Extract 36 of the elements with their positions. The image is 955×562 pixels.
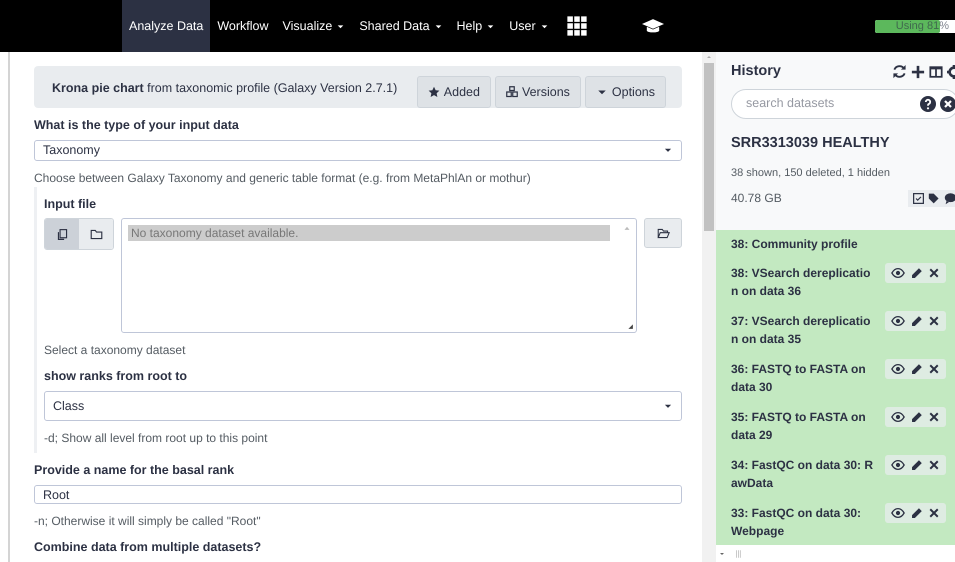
history-size: 40.78 GB (731, 190, 783, 207)
tool-button[interactable]: Options (584, 76, 666, 108)
dataset-title[interactable]: 37: VSearch dereplication on data 35 (731, 312, 875, 348)
help-text: -d; Show all level from root up to this point (44, 430, 268, 447)
text-field[interactable]: Root (34, 484, 682, 504)
history-name: SRR3313039 HEALTHY (730, 134, 890, 153)
search-input[interactable]: search datasets (746, 94, 920, 114)
help-text: Select a taxonomy dataset (44, 342, 186, 360)
nav-tab[interactable]: Analyze Data (122, 0, 210, 52)
placeholder-text: No taxonomy dataset available. (128, 225, 610, 242)
field-label: show ranks from root to (44, 368, 188, 386)
panel-title: History (731, 62, 782, 81)
nav-tab[interactable]: Shared Data (352, 0, 450, 52)
dataset-title[interactable]: 38: Community profile (731, 235, 875, 253)
select-field[interactable]: Class (44, 391, 682, 421)
dataset-title[interactable]: 35: FASTQ to FASTA on data 29 (731, 408, 875, 444)
field-label: What is the type of your input data (34, 117, 240, 134)
dataset-title[interactable]: 36: FASTQ to FASTA on data 30 (731, 360, 875, 396)
field-label: Provide a name for the basal rank (34, 462, 236, 479)
help-text: Choose between Galaxy Taxonomy and generic table format (e.g. from MetaPhlAn or mothur) (34, 170, 532, 186)
nav-tab[interactable]: Visualize (276, 0, 352, 52)
tool-button[interactable]: Added (416, 76, 491, 108)
select-field[interactable]: Taxonomy (34, 140, 682, 160)
field-label: Input file (44, 196, 98, 213)
history-summary: 38 shown, 150 deleted, 1 hidden (730, 166, 892, 180)
dataset-title[interactable]: 38: VSearch dereplication on data 36 (731, 264, 875, 300)
nav-tab[interactable]: Workflow (210, 0, 276, 52)
nav-tab[interactable]: Help (450, 0, 502, 52)
dataset-title[interactable]: 34: FastQC on data 30: RawData (731, 456, 875, 492)
nav-tab[interactable]: User (502, 0, 556, 52)
tool-title: Krona pie chart from taxonomic profile (Galaxy Version 2.7.1) (52, 80, 398, 97)
dataset-title[interactable]: 33: FastQC on data 30: Webpage (731, 504, 875, 540)
help-text: -n; Otherwise it will simply be called "Root" (34, 513, 262, 530)
search-field[interactable]: search datasets (731, 88, 955, 119)
field-label: Combine data from multiple datasets? (34, 539, 262, 556)
tool-button[interactable]: Versions (494, 76, 581, 108)
